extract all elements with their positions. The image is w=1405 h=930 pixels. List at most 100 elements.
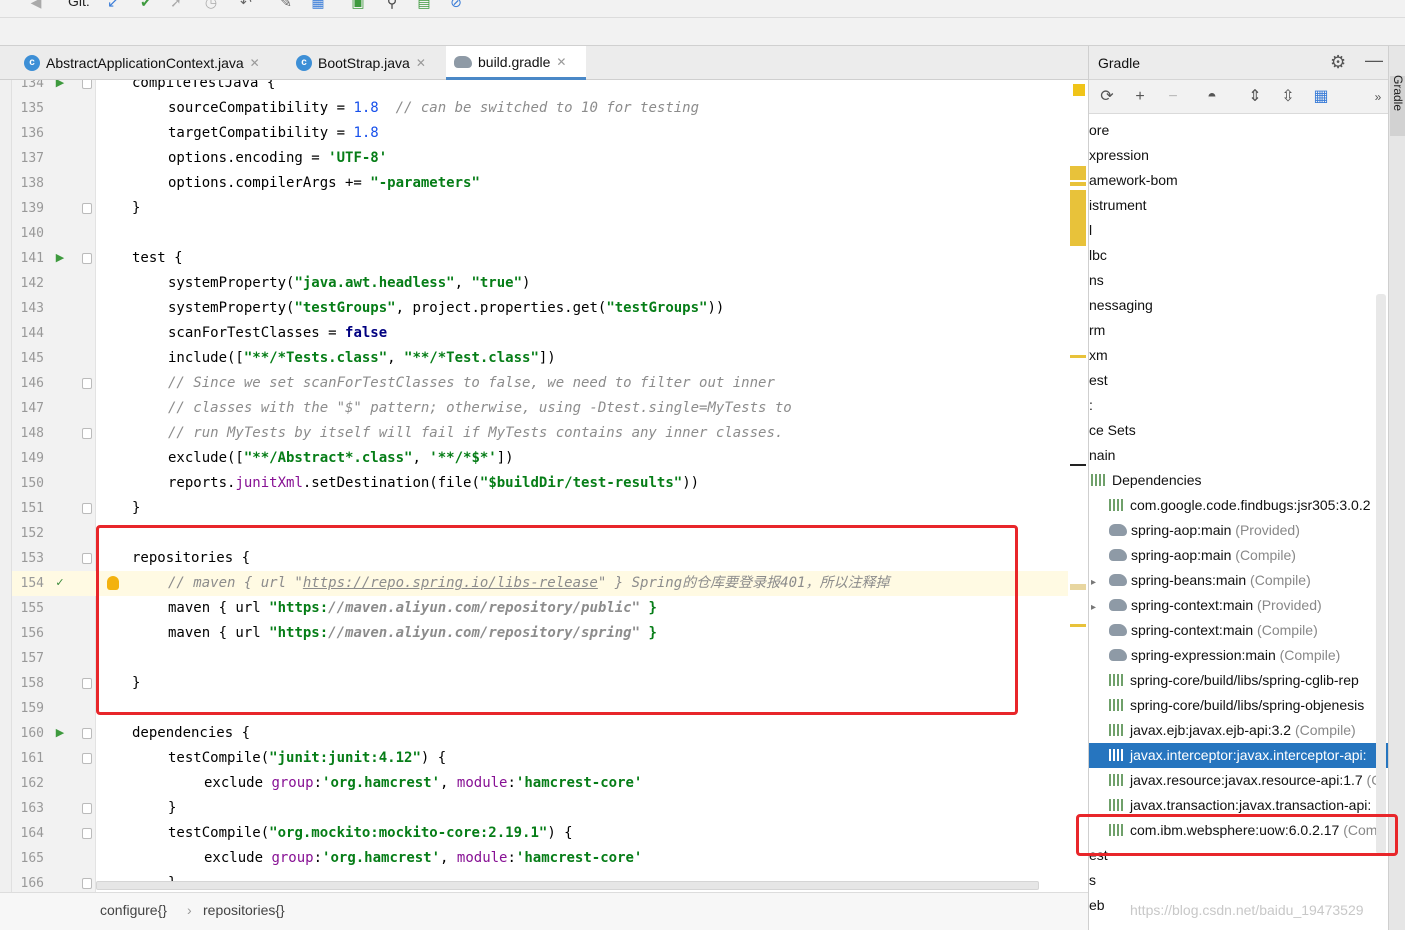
gradle-tree-item[interactable]: : xyxy=(1089,393,1388,418)
gradle-tree-item[interactable]: ▸ spring-context:main (Provided) xyxy=(1089,593,1388,618)
collapse-all-icon[interactable]: ⇳ xyxy=(1278,87,1298,107)
gradle-tree-item[interactable]: spring-core/build/libs/spring-objenesis xyxy=(1089,693,1388,718)
tab-build-gradle[interactable]: build.gradle ✕ xyxy=(446,46,586,80)
code-line-146[interactable]: 146 // Since we set scanForTestClasses to… xyxy=(12,371,1087,396)
gradle-tree-item[interactable]: com.google.code.findbugs:jsr305:3.0.2 xyxy=(1089,493,1388,518)
code-line-134[interactable]: 134 ▶ compileTestJava { xyxy=(12,80,1087,96)
code-line-160[interactable]: 160 ▶ dependencies { xyxy=(12,721,1087,746)
gradle-tree-item[interactable]: nessaging xyxy=(1089,293,1388,318)
run-gutter-icon[interactable]: ▶ xyxy=(54,252,66,264)
back-icon[interactable]: ◀ xyxy=(28,0,44,10)
vcs-update-icon[interactable]: ↙ xyxy=(105,0,121,10)
vcs-commit-icon[interactable]: ✔ xyxy=(138,0,154,10)
no-entry-icon[interactable]: ⊘ xyxy=(448,0,464,10)
gradle-tree-item[interactable]: ore xyxy=(1089,118,1388,143)
fold-icon[interactable] xyxy=(82,378,92,389)
code-line-135[interactable]: 135 sourceCompatibility = 1.8 // can be s… xyxy=(12,96,1087,121)
fold-icon[interactable] xyxy=(82,828,92,839)
gradle-tree-item[interactable]: rm xyxy=(1089,318,1388,343)
run-gutter-icon[interactable]: ▶ xyxy=(54,80,66,89)
gradle-tree-item[interactable]: amework-bom xyxy=(1089,168,1388,193)
fold-icon[interactable] xyxy=(82,678,92,689)
close-icon[interactable]: ✕ xyxy=(250,56,260,70)
close-icon[interactable]: ✕ xyxy=(556,55,566,69)
breadcrumb-item-configure[interactable]: configure{} xyxy=(100,902,167,918)
code-line-165[interactable]: 165 exclude group:'org.hamcrest', module:… xyxy=(12,846,1087,871)
code-line-137[interactable]: 137 options.encoding = 'UTF-8' xyxy=(12,146,1087,171)
code-line-164[interactable]: 164 testCompile("org.mockito:mockito-core… xyxy=(12,821,1087,846)
coverage-icon[interactable]: ▤ xyxy=(416,0,432,10)
gradle-tree-item[interactable]: spring-core/build/libs/spring-cglib-rep xyxy=(1089,668,1388,693)
fold-icon[interactable] xyxy=(82,428,92,439)
wrench-icon[interactable]: ✎ xyxy=(278,0,294,10)
code-line-145[interactable]: 145 include(["**/*Tests.class", "**/*Test… xyxy=(12,346,1087,371)
gradle-tree-item[interactable]: est xyxy=(1089,368,1388,393)
history-icon[interactable]: ◷ xyxy=(203,0,219,10)
code-line-161[interactable]: 161 testCompile("junit:junit:4.12") { xyxy=(12,746,1087,771)
gradle-tree-item[interactable]: javax.interceptor:javax.interceptor-api: xyxy=(1089,743,1388,768)
code-line-143[interactable]: 143 systemProperty("testGroups", project.… xyxy=(12,296,1087,321)
gradle-tree-item[interactable]: Dependencies xyxy=(1089,468,1388,493)
code-line-162[interactable]: 162 exclude group:'org.hamcrest', module:… xyxy=(12,771,1087,796)
expand-arrow-icon[interactable]: ▸ xyxy=(1091,570,1101,593)
code-line-141[interactable]: 141 ▶ test { xyxy=(12,246,1087,271)
gradle-tree-item[interactable]: nain xyxy=(1089,443,1388,468)
gradle-tree-item[interactable]: xpression xyxy=(1089,143,1388,168)
expand-arrow-icon[interactable]: ▸ xyxy=(1091,595,1101,618)
code-line-149[interactable]: 149 exclude(["**/Abstract*.class", '**/*$… xyxy=(12,446,1087,471)
fold-icon[interactable] xyxy=(82,728,92,739)
code-line-136[interactable]: 136 targetCompatibility = 1.8 xyxy=(12,121,1087,146)
search-icon[interactable]: ⚲ xyxy=(384,0,400,10)
fold-icon[interactable] xyxy=(82,203,92,214)
fold-icon[interactable] xyxy=(82,253,92,264)
project-icon[interactable]: ▦ xyxy=(1311,87,1331,107)
gradle-tree-item[interactable]: ce Sets xyxy=(1089,418,1388,443)
code-line-140[interactable]: 140 xyxy=(12,221,1087,246)
close-icon[interactable]: ✕ xyxy=(416,56,426,70)
breadcrumb-item-repositories[interactable]: repositories{} xyxy=(203,902,285,918)
gradle-tree-item[interactable]: spring-expression:main (Compile) xyxy=(1089,643,1388,668)
code-line-139[interactable]: 139} xyxy=(12,196,1087,221)
code-line-144[interactable]: 144 scanForTestClasses = false xyxy=(12,321,1087,346)
gradle-tree-item[interactable]: javax.resource:javax.resource-api:1.7 (C xyxy=(1089,768,1388,793)
fold-icon[interactable] xyxy=(82,878,92,889)
error-stripe[interactable] xyxy=(1068,80,1088,892)
gradle-tree-item[interactable]: spring-aop:main (Provided) xyxy=(1089,518,1388,543)
rollback-icon[interactable]: ↶ xyxy=(238,0,254,10)
fold-icon[interactable] xyxy=(82,80,92,89)
fold-icon[interactable] xyxy=(82,803,92,814)
code-line-151[interactable]: 151} xyxy=(12,496,1087,521)
gradle-tree-item[interactable]: istrument xyxy=(1089,193,1388,218)
expand-all-icon[interactable]: ⇕ xyxy=(1245,87,1265,107)
fold-icon[interactable] xyxy=(82,553,92,564)
gradle-tree-item[interactable]: spring-aop:main (Compile) xyxy=(1089,543,1388,568)
code-line-147[interactable]: 147 // classes with the "$" pattern; othe… xyxy=(12,396,1087,421)
fold-icon[interactable] xyxy=(82,753,92,764)
gradle-tree-item[interactable]: xm xyxy=(1089,343,1388,368)
run-config-icon[interactable]: ▣ xyxy=(350,0,366,10)
minimize-icon[interactable]: — xyxy=(1365,50,1383,71)
gradle-scrollbar[interactable] xyxy=(1376,294,1386,854)
code-line-150[interactable]: 150 reports.junitXml.setDestination(file(… xyxy=(12,471,1087,496)
vcs-push-icon[interactable]: ➚ xyxy=(168,0,184,10)
remove-icon[interactable]: − xyxy=(1163,87,1183,107)
code-line-163[interactable]: 163} xyxy=(12,796,1087,821)
tab-bootstrap[interactable]: c BootStrap.java ✕ xyxy=(296,46,438,80)
gradle-tree-item[interactable]: javax.ejb:javax.ejb-api:3.2 (Compile) xyxy=(1089,718,1388,743)
code-line-148[interactable]: 148 // run MyTests by itself will fail if… xyxy=(12,421,1087,446)
gradle-tree-item[interactable]: spring-context:main (Compile) xyxy=(1089,618,1388,643)
code-line-142[interactable]: 142 systemProperty("java.awt.headless", "… xyxy=(12,271,1087,296)
gradle-tree-item[interactable]: lbc xyxy=(1089,243,1388,268)
gear-icon[interactable]: ⚙ xyxy=(1330,52,1346,73)
gradle-tree-item[interactable]: ▸ spring-beans:main (Compile) xyxy=(1089,568,1388,593)
gradle-tree-item[interactable]: s xyxy=(1089,868,1388,893)
run-gutter-icon[interactable]: ▶ xyxy=(54,727,66,739)
execute-task-icon[interactable]: ◓ xyxy=(1202,87,1222,107)
code-editor[interactable]: 134 ▶ compileTestJava {135 sourceCompatibil… xyxy=(12,80,1087,892)
refresh-icon[interactable]: ⟳ xyxy=(1097,87,1117,107)
more-icon[interactable]: » xyxy=(1368,87,1388,107)
code-line-138[interactable]: 138 options.compilerArgs += "-parameters" xyxy=(12,171,1087,196)
fold-icon[interactable] xyxy=(82,503,92,514)
gradle-side-tab[interactable]: Gradle xyxy=(1390,75,1405,136)
horizontal-scrollbar[interactable] xyxy=(96,881,1039,890)
